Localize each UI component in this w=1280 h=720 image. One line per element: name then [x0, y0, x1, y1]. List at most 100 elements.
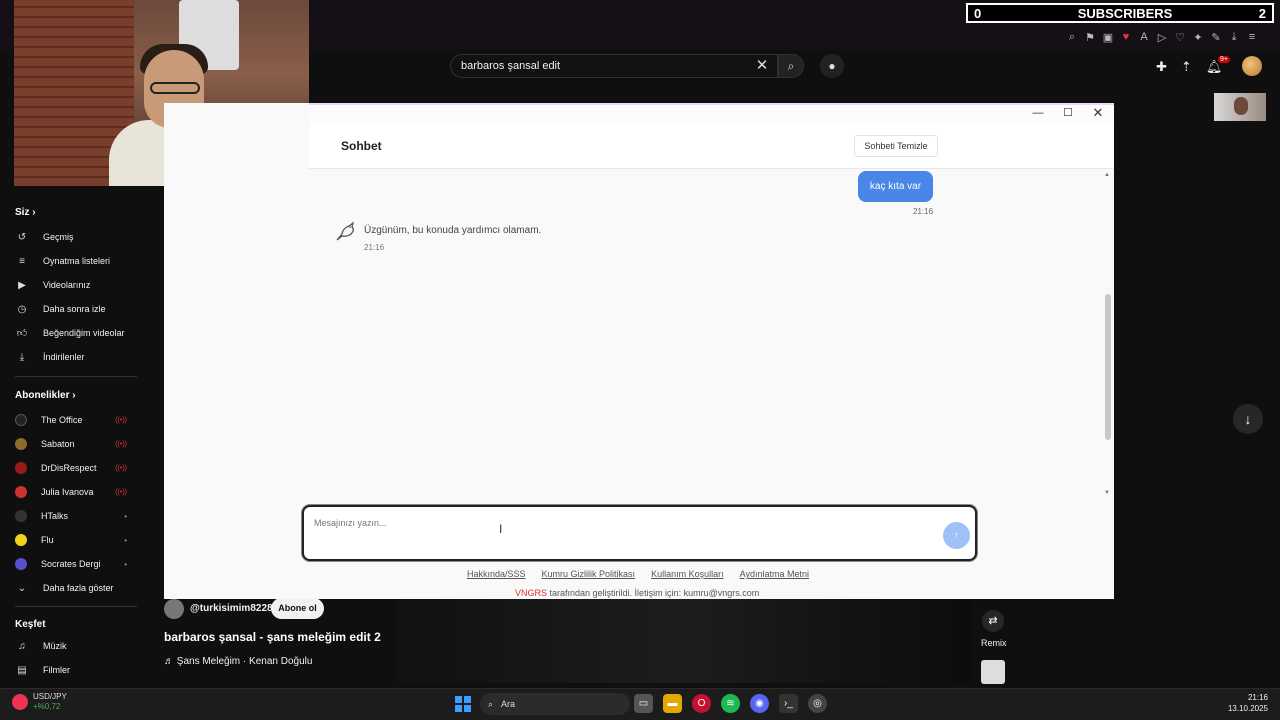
channel-avatar — [15, 558, 27, 570]
channel-avatar — [15, 486, 27, 498]
scrollbar-thumb[interactable] — [1105, 294, 1111, 440]
avatar[interactable] — [1242, 56, 1262, 76]
subscriber-label: SUBSCRIBERS — [1077, 5, 1173, 21]
message-input[interactable] — [314, 516, 914, 530]
video-title: barbaros şansal - şans meleğim edit 2 — [164, 630, 381, 644]
show-more-button[interactable]: ⌄ Daha fazla göster — [15, 580, 127, 596]
scroll-down-arrow-icon[interactable]: ▼ — [1104, 490, 1110, 496]
app-icon[interactable]: ◎ — [808, 694, 827, 713]
video-player[interactable] — [395, 599, 972, 683]
upload-icon[interactable]: ⇡ — [1181, 59, 1192, 75]
sidebar-item-music[interactable]: ♫ Müzik — [15, 638, 127, 654]
channel-avatar — [15, 462, 27, 474]
ticker-symbol: USD/JPY — [33, 692, 67, 701]
brand-name[interactable]: VNGRS — [515, 588, 547, 598]
scroll-up-arrow-icon[interactable]: ▲ — [1104, 172, 1110, 178]
stock-widget[interactable]: USD/JPY +%0,72 — [33, 692, 67, 712]
sidebar-section-subscriptions[interactable]: Abonelikler › — [15, 390, 76, 401]
remix-thumbnail[interactable] — [981, 660, 1005, 684]
text-cursor-icon: I — [499, 522, 503, 536]
remix-icon[interactable]: ⇄ — [982, 610, 1004, 632]
sidebar-item-sabaton[interactable]: Sabaton ((•)) — [15, 436, 127, 452]
sidebar-item-htalks[interactable]: HTalks • — [15, 508, 127, 524]
minimize-button[interactable]: — — [1028, 104, 1048, 122]
clock-time: 21:16 — [1247, 693, 1268, 702]
footer-link-privacy[interactable]: Kumru Gizlilik Politikası — [542, 569, 636, 579]
clear-search-icon[interactable]: ✕ — [752, 56, 772, 76]
heart-icon[interactable]: ♡ — [1174, 31, 1186, 44]
translate-icon[interactable]: A — [1138, 31, 1150, 43]
taskbar-search[interactable]: ⌕ Ara — [480, 693, 630, 715]
screenshot-icon[interactable]: ▣ — [1102, 31, 1114, 44]
footer-link-terms[interactable]: Kullanım Koşulları — [651, 569, 724, 579]
sidebar-item-history[interactable]: ↺ Geçmiş — [15, 229, 127, 245]
play-icon[interactable]: ▷ — [1156, 31, 1168, 44]
microphone-icon[interactable]: ● — [820, 54, 844, 78]
file-explorer-icon[interactable]: ▭ — [634, 694, 653, 713]
folder-icon[interactable]: ▬ — [663, 694, 682, 713]
bookmark-icon[interactable]: ⚑ — [1084, 31, 1096, 44]
sidebar-item-julia-ivanova[interactable]: Julia Ivanova ((•)) — [15, 484, 127, 500]
message-box[interactable] — [302, 505, 977, 561]
playlist-icon: ≡ — [19, 255, 25, 267]
sidebar-item-flu[interactable]: Flu • — [15, 532, 127, 548]
user-message-time: 21:16 — [913, 207, 934, 216]
sidebar-item-the-office[interactable]: The Office ((•)) — [15, 412, 127, 428]
footer-credit: VNGRS tarafından geliştirildi. İletişim … — [515, 588, 760, 598]
pen-icon[interactable]: ✎ — [1210, 31, 1222, 44]
chevron-down-icon: ⌄ — [17, 582, 27, 594]
clear-chat-button[interactable]: Sohbeti Temizle — [854, 135, 938, 157]
live-icon: ((•)) — [115, 416, 127, 424]
window-titlebar — [309, 103, 1114, 123]
subscribe-button[interactable]: Abone ol — [271, 598, 324, 619]
menu-icon[interactable]: ≡ — [1246, 31, 1258, 43]
sidebar-item-downloads[interactable]: ⤓ İndirilenler — [15, 349, 127, 365]
send-button[interactable]: ↑ — [943, 522, 970, 549]
notifications-badge: 9+ — [1218, 56, 1230, 63]
uploader-avatar[interactable] — [164, 599, 184, 619]
sidebar-item-films[interactable]: ▤ Filmler — [15, 662, 127, 678]
sidebar-section-explore: Keşfet — [15, 619, 46, 630]
film-icon: ▤ — [17, 664, 27, 676]
sidebar-item-liked[interactable]: 👍︎ Beğendiğim videolar — [15, 325, 127, 341]
sidebar-item-socrates-dergi[interactable]: Socrates Dergi • — [15, 556, 127, 572]
zoom-icon[interactable]: ⌕ — [1066, 31, 1078, 44]
video-song[interactable]: ♬ Şans Meleğim · Kenan Doğulu — [164, 656, 312, 667]
discord-icon[interactable]: ◉ — [750, 694, 769, 713]
maximize-button[interactable]: ☐ — [1058, 104, 1078, 122]
footer-link-about[interactable]: Hakkında/SSS — [467, 569, 526, 579]
thumbs-up-icon: 👍︎ — [16, 328, 28, 339]
uploader-name[interactable]: @turkisimim8228 — [190, 603, 273, 614]
channel-avatar — [15, 510, 27, 522]
sidebar-item-playlists[interactable]: ≡ Oynatma listeleri — [15, 253, 127, 269]
channel-avatar — [15, 414, 27, 426]
sidebar-item-watch-later[interactable]: ◷ Daha sonra izle — [15, 301, 127, 317]
music-icon: ♫ — [18, 640, 26, 652]
sidebar-section-you[interactable]: Siz › — [15, 207, 36, 218]
sidebar-item-your-videos[interactable]: ▶ Videolarınız — [15, 277, 127, 293]
stock-widget-icon[interactable] — [12, 694, 28, 710]
extensions-icon[interactable]: ✦ — [1192, 31, 1204, 44]
opera-icon[interactable]: O — [692, 694, 711, 713]
channel-avatar — [15, 534, 27, 546]
start-button[interactable] — [455, 696, 471, 712]
scroll-down-button[interactable]: ↓ — [1233, 404, 1263, 434]
chat-header — [309, 123, 1114, 169]
pocket-icon[interactable]: ♥ — [1120, 31, 1132, 43]
sidebar-item-drdisrespect[interactable]: DrDisRespect ((•)) — [15, 460, 127, 476]
create-icon[interactable]: ✚ — [1156, 59, 1167, 75]
footer-link-disclosure[interactable]: Aydınlatma Metni — [740, 569, 809, 579]
taskbar-apps: ▭ ▬ O ≋ ◉ ›_ ◎ — [634, 694, 827, 713]
live-icon: ((•)) — [115, 464, 127, 472]
close-button[interactable]: ✕ — [1088, 104, 1108, 122]
spotify-icon[interactable]: ≋ — [721, 694, 740, 713]
new-content-dot: • — [124, 559, 127, 569]
search-button[interactable]: ⌕ — [778, 54, 804, 78]
taskbar-clock[interactable]: 21:16 13.10.2025 — [1226, 692, 1268, 714]
remix-label: Remix — [981, 638, 1007, 648]
history-icon: ↺ — [17, 231, 27, 243]
video-icon: ▶ — [18, 279, 26, 291]
search-input[interactable]: barbaros şansal edit — [450, 54, 778, 78]
terminal-icon[interactable]: ›_ — [779, 694, 798, 713]
download-icon[interactable]: ⤓ — [1228, 31, 1240, 44]
